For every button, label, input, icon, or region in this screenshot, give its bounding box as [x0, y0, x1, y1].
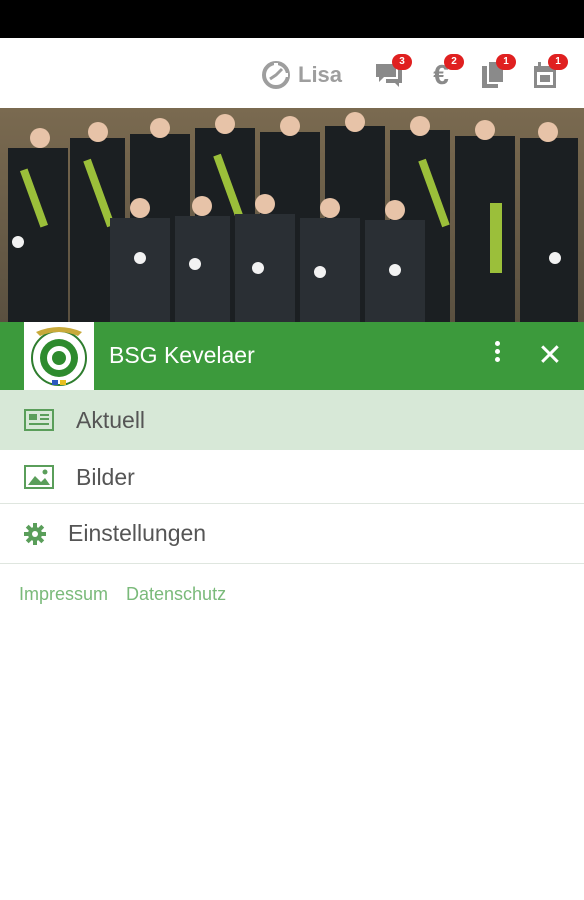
menu-item-einstellungen[interactable]: Einstellungen: [0, 504, 584, 564]
user-account[interactable]: Lisa: [262, 60, 342, 90]
menu-item-label: Einstellungen: [68, 520, 207, 546]
documents-button[interactable]: 1: [476, 54, 516, 92]
user-logo-icon: [262, 61, 290, 89]
top-bar: Lisa 3 € 2 1 1: [0, 38, 584, 108]
club-group-photo: [0, 108, 584, 324]
impressum-link[interactable]: Impressum: [19, 584, 108, 605]
club-name: BSG Kevelaer: [109, 342, 255, 368]
menu-item-bilder[interactable]: Bilder: [0, 451, 584, 504]
payments-button[interactable]: € 2: [424, 54, 464, 92]
close-icon[interactable]: ✕: [533, 339, 567, 373]
image-icon: [24, 465, 54, 489]
payments-badge: 2: [444, 54, 464, 70]
user-name: Lisa: [298, 62, 343, 87]
menu-item-label: Bilder: [76, 463, 135, 490]
status-bar: [0, 0, 584, 38]
chat-badge: 3: [392, 54, 412, 70]
footer-links: Impressum Datenschutz: [19, 584, 226, 605]
chat-button[interactable]: 3: [372, 54, 412, 92]
calendar-button[interactable]: 1: [528, 54, 568, 92]
newspaper-icon: [24, 409, 54, 431]
menu-item-label: Aktuell: [76, 406, 146, 433]
calendar-badge: 1: [548, 54, 568, 70]
gear-icon: [24, 522, 46, 545]
datenschutz-link[interactable]: Datenschutz: [126, 584, 226, 605]
club-logo: [24, 322, 94, 390]
documents-badge: 1: [496, 54, 516, 70]
club-header: BSG Kevelaer ✕: [0, 322, 584, 390]
more-options-icon[interactable]: [486, 338, 508, 372]
menu-item-aktuell[interactable]: Aktuell: [0, 390, 584, 450]
